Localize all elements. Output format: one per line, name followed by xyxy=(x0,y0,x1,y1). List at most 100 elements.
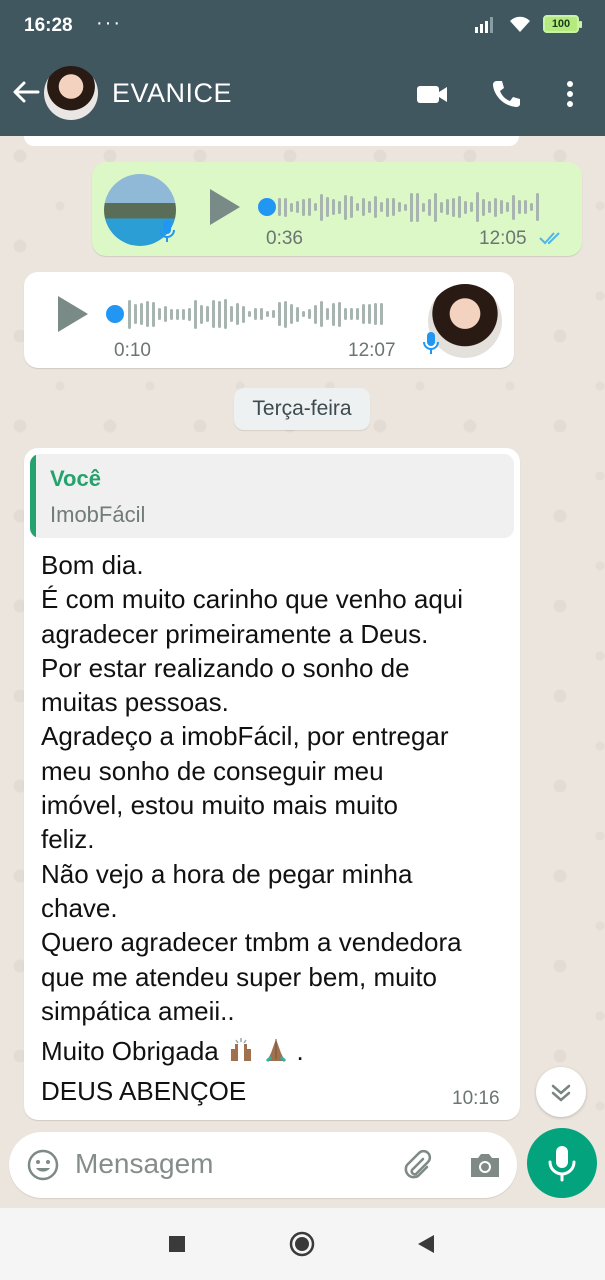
waveform-bar xyxy=(188,307,191,321)
quoted-message[interactable]: Você ImobFácil xyxy=(30,454,514,538)
waveform-bar xyxy=(476,192,479,222)
waveform-bar xyxy=(326,197,329,217)
wifi-icon xyxy=(510,16,530,32)
waveform-bar xyxy=(350,196,353,218)
voice-record-button[interactable] xyxy=(527,1128,597,1198)
waveform-bar xyxy=(368,304,371,324)
status-dots: ··· xyxy=(96,12,122,34)
message-time: 12:07 xyxy=(348,340,396,361)
waveform-bar xyxy=(290,202,293,212)
raising-hands-emoji xyxy=(231,1038,251,1062)
waveform-bar xyxy=(488,201,491,213)
quote-author: Você xyxy=(50,466,101,491)
waveform-bar xyxy=(170,308,173,320)
waveform-bar xyxy=(200,304,203,324)
waveform-bar xyxy=(458,196,461,218)
emoji-icon[interactable] xyxy=(25,1147,61,1183)
waveform-bar xyxy=(176,308,179,320)
waveform-bar xyxy=(128,299,131,329)
waveform-bar xyxy=(374,303,377,325)
message-line: Por estar realizando o sonho de xyxy=(41,652,410,683)
waveform-bar xyxy=(494,197,497,217)
message-time: 10:16 xyxy=(452,1088,500,1109)
waveform-bar xyxy=(470,202,473,212)
waveform-bar xyxy=(518,200,521,214)
waveform-bar xyxy=(530,203,533,211)
waveform-bar xyxy=(152,301,155,327)
audio-waveform[interactable] xyxy=(278,187,539,227)
waveform-bar xyxy=(338,200,341,214)
waveform-bar xyxy=(320,193,323,221)
waveform-bar xyxy=(212,300,215,328)
back-nav-icon[interactable] xyxy=(412,1230,440,1258)
waveform-bar xyxy=(314,304,317,324)
play-button[interactable] xyxy=(210,189,240,225)
message-line: feliz. xyxy=(41,824,95,855)
waveform-bar xyxy=(422,202,425,212)
waveform-bar xyxy=(410,192,413,222)
attach-icon[interactable] xyxy=(399,1147,435,1183)
message-line: meu sonho de conseguir meu xyxy=(41,755,384,786)
waveform-bar xyxy=(272,310,275,318)
date-separator: Terça-feira xyxy=(234,388,370,430)
more-vert-icon[interactable] xyxy=(552,76,588,112)
message-body: Bom dia. É com muito carinho que venho a… xyxy=(41,548,511,1109)
message-input[interactable]: Mensagem xyxy=(9,1132,517,1198)
chat-area[interactable]: 0:36 12:05 0:10 12:07 Terça-feira Você I… xyxy=(0,136,605,1132)
mic-icon xyxy=(548,1146,576,1182)
waveform-bar xyxy=(206,306,209,322)
waveform-bar xyxy=(308,198,311,216)
waveform-bar xyxy=(230,306,233,322)
play-button[interactable] xyxy=(58,296,88,332)
incoming-audio-message[interactable]: 0:10 12:07 xyxy=(24,272,514,368)
message-line: Agradeço a imobFácil, por entregar xyxy=(41,721,449,752)
status-bar: 16:28 ··· 100 xyxy=(0,0,605,54)
previous-message-edge xyxy=(24,136,519,146)
waveform-bar xyxy=(158,308,161,320)
waveform-bar xyxy=(302,198,305,216)
waveform-bar xyxy=(386,197,389,217)
waveform-bar xyxy=(350,308,353,320)
waveform-bar xyxy=(404,203,407,211)
system-nav-bar xyxy=(0,1208,605,1280)
waveform-bar xyxy=(260,308,263,320)
video-call-icon[interactable] xyxy=(414,76,450,112)
camera-icon[interactable] xyxy=(467,1147,503,1183)
waveform-bar xyxy=(194,299,197,329)
audio-duration: 0:36 xyxy=(266,228,303,249)
waveform-bar xyxy=(536,193,539,221)
status-time: 16:28 xyxy=(24,15,73,36)
audio-progress-knob[interactable] xyxy=(106,305,124,323)
incoming-text-message[interactable]: Você ImobFácil Bom dia. É com muito cari… xyxy=(24,448,520,1120)
outgoing-audio-message[interactable]: 0:36 12:05 xyxy=(92,162,582,256)
waveform-bar xyxy=(134,304,137,324)
waveform-bar xyxy=(368,201,371,213)
contact-name[interactable]: EVANICE xyxy=(112,78,232,109)
waveform-bar xyxy=(182,308,185,320)
waveform-bar xyxy=(224,299,227,329)
waveform-bar xyxy=(356,308,359,320)
message-time: 12:05 xyxy=(479,228,527,249)
message-line: que me atendeu super bem, muito xyxy=(41,961,438,992)
message-line: imóvel, estou muito mais muito xyxy=(41,790,398,821)
contact-avatar[interactable] xyxy=(44,66,98,120)
double-chevron-down-icon xyxy=(551,1084,571,1102)
waveform-bar xyxy=(362,304,365,324)
waveform-bar xyxy=(218,300,221,328)
waveform-bar xyxy=(290,304,293,324)
scroll-to-bottom-button[interactable] xyxy=(536,1067,586,1117)
waveform-bar xyxy=(284,197,287,217)
home-icon[interactable] xyxy=(288,1230,316,1258)
message-line: chave. xyxy=(41,892,118,923)
message-composer: Mensagem xyxy=(0,1128,605,1208)
phone-icon[interactable] xyxy=(488,76,524,112)
waveform-bar xyxy=(254,308,257,320)
message-line: É com muito carinho que venho aqui xyxy=(41,584,464,615)
message-line: agradecer primeiramente a Deus. xyxy=(41,618,429,649)
waveform-bar xyxy=(446,199,449,215)
audio-progress-knob[interactable] xyxy=(258,198,276,216)
recents-icon[interactable] xyxy=(163,1230,191,1258)
back-arrow-icon[interactable] xyxy=(10,76,42,108)
audio-waveform[interactable] xyxy=(128,294,383,334)
quote-accent-bar xyxy=(30,454,36,538)
